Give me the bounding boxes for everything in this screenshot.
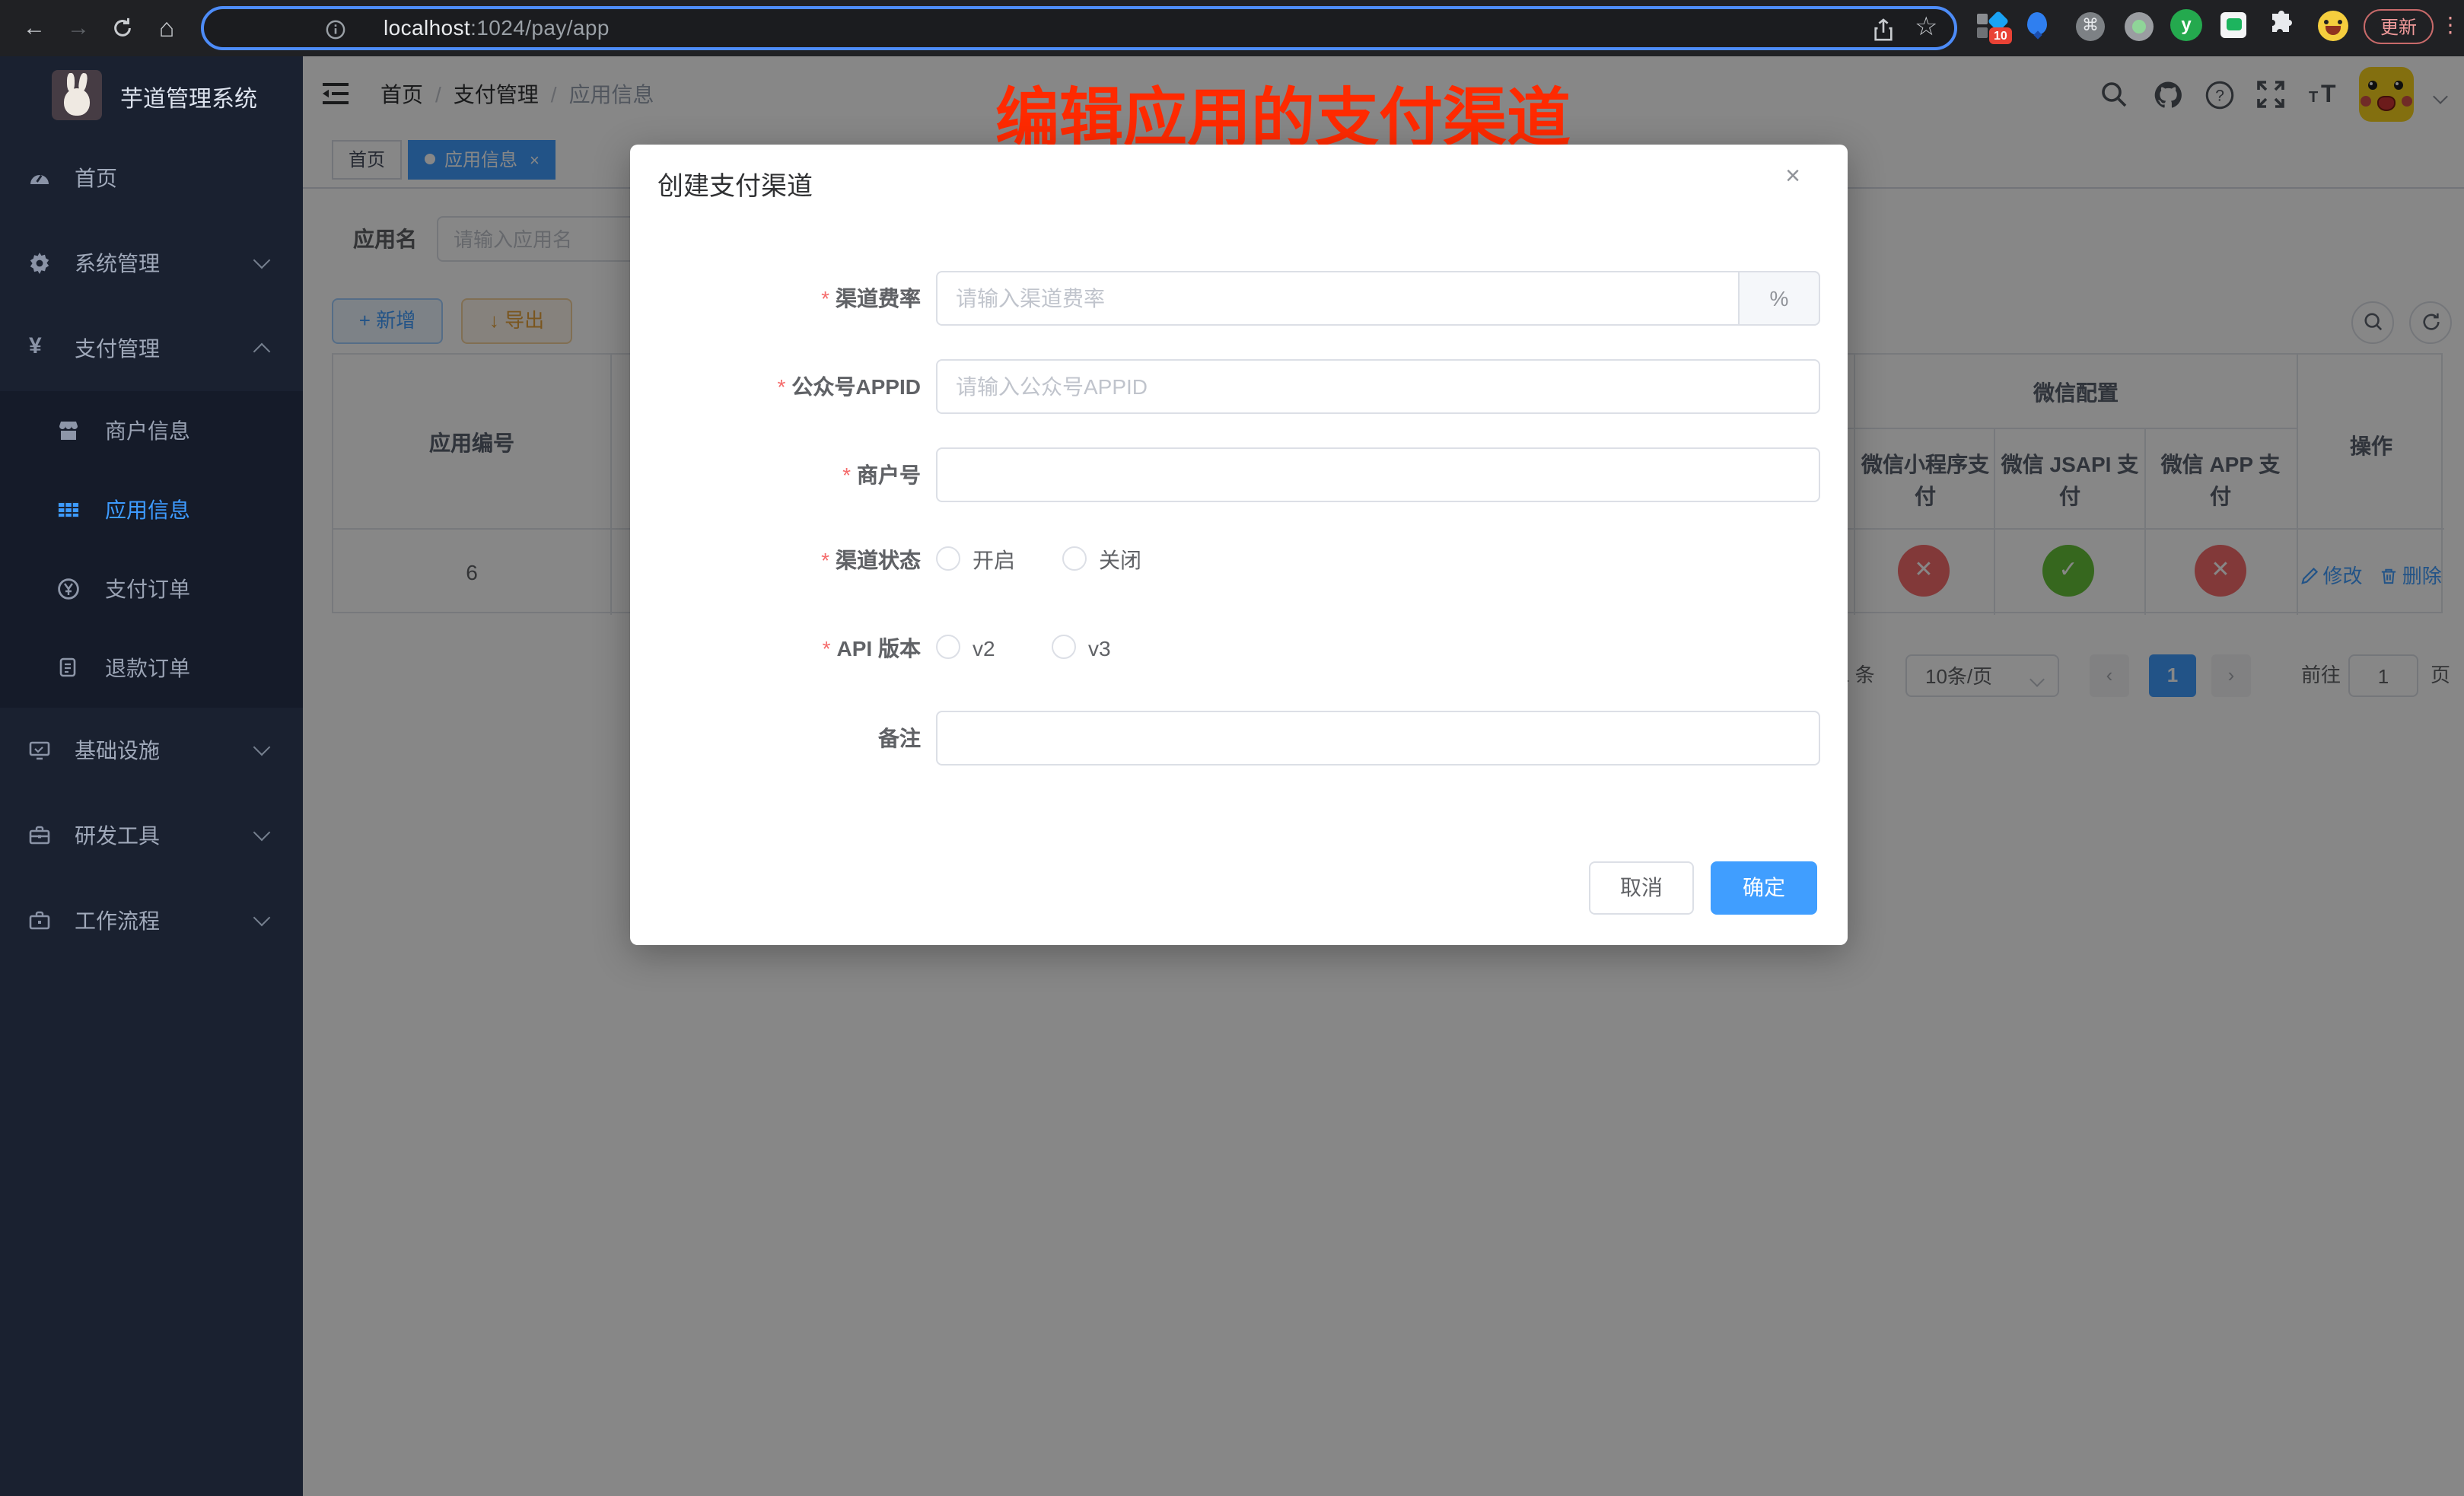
create-pay-channel-dialog: 创建支付渠道 × *渠道费率 % *公众号APPID *商户号 *渠道状态 开启… bbox=[630, 145, 1848, 945]
rate-suffix: % bbox=[1738, 271, 1820, 326]
chevron-down-icon bbox=[253, 909, 271, 927]
rate-input[interactable] bbox=[936, 271, 1820, 326]
sidebar-item-home[interactable]: 首页 bbox=[0, 135, 303, 221]
radio-circle-icon bbox=[936, 635, 960, 659]
form-row-rate: *渠道费率 % bbox=[630, 271, 1848, 326]
api-v2-radio[interactable]: v2 bbox=[936, 621, 995, 676]
sidebar-item-pay-orders[interactable]: 支付订单 bbox=[0, 549, 303, 629]
required-asterisk: * bbox=[842, 463, 851, 487]
chevron-down-icon bbox=[253, 739, 271, 756]
remark-input[interactable] bbox=[936, 711, 1820, 766]
required-asterisk: * bbox=[821, 548, 829, 572]
api-v3-radio[interactable]: v3 bbox=[1052, 621, 1111, 676]
app-logo[interactable] bbox=[52, 70, 102, 120]
url-path: :1024/pay/app bbox=[470, 15, 610, 40]
browser-home-icon[interactable]: ⌂ bbox=[152, 14, 181, 43]
extension-y-icon[interactable]: y bbox=[2170, 9, 2202, 41]
url-bar[interactable]: localhost:1024/pay/app ☆ bbox=[201, 6, 1957, 50]
bookmark-star-icon[interactable]: ☆ bbox=[1915, 12, 1938, 43]
coin-yen-icon bbox=[58, 578, 79, 600]
form-row-remark: 备注 bbox=[630, 711, 1848, 766]
sidebar-item-merchant-info[interactable]: 商户信息 bbox=[0, 391, 303, 470]
extension-badge: 10 bbox=[1989, 27, 2012, 44]
monitor-icon bbox=[29, 740, 50, 761]
site-info-icon[interactable] bbox=[326, 20, 345, 40]
radio-circle-icon bbox=[1062, 546, 1087, 571]
profile-avatar-emoji[interactable] bbox=[2318, 11, 2348, 41]
screen: ← → ⌂ localhost:1024/pay/app ☆ 10 bbox=[0, 0, 2464, 1496]
extension-chat-icon[interactable] bbox=[2220, 12, 2246, 38]
sidebar-submenu-payment: 商户信息 应用信息 支付订单 退款订单 bbox=[0, 391, 303, 708]
sidebar-item-workflow[interactable]: 工作流程 bbox=[0, 878, 303, 963]
chevron-down-icon bbox=[253, 252, 271, 269]
gear-icon bbox=[29, 253, 50, 274]
extension-tasks-icon[interactable]: 10 bbox=[1977, 11, 2014, 47]
sidebar-item-refund-orders[interactable]: 退款订单 bbox=[0, 629, 303, 708]
chevron-up-icon bbox=[253, 343, 271, 361]
share-icon[interactable] bbox=[1872, 18, 1895, 43]
form-row-status: *渠道状态 开启 关闭 bbox=[630, 533, 1848, 587]
browser-forward-icon[interactable]: → bbox=[64, 14, 93, 43]
extension-dot-icon[interactable] bbox=[2125, 12, 2154, 41]
sidebar-item-app-info[interactable]: 应用信息 bbox=[0, 470, 303, 549]
status-open-radio[interactable]: 开启 bbox=[936, 533, 1015, 587]
sidebar-item-infrastructure[interactable]: 基础设施 bbox=[0, 708, 303, 793]
url-host: localhost bbox=[384, 15, 470, 40]
sidebar: 芋道管理系统 首页 系统管理 ¥ 支付管理 商户信息 bbox=[0, 56, 303, 1496]
dialog-close-icon[interactable]: × bbox=[1775, 158, 1811, 195]
radio-circle-icon bbox=[936, 546, 960, 571]
dialog-title: 创建支付渠道 bbox=[657, 164, 813, 202]
browser-menu-icon[interactable]: ⋮ bbox=[2440, 12, 2461, 38]
extensions-puzzle-icon[interactable] bbox=[2268, 11, 2295, 38]
dashboard-icon bbox=[29, 167, 50, 189]
form-row-appid: *公众号APPID bbox=[630, 359, 1848, 414]
required-asterisk: * bbox=[778, 374, 786, 399]
sidebar-item-system[interactable]: 系统管理 bbox=[0, 221, 303, 306]
storefront-icon bbox=[58, 420, 79, 441]
extension-command-icon[interactable]: ⌘ bbox=[2076, 12, 2105, 41]
radio-circle-icon bbox=[1052, 635, 1076, 659]
grid-table-icon bbox=[58, 499, 79, 520]
sidebar-item-dev-tools[interactable]: 研发工具 bbox=[0, 793, 303, 878]
browser-reload-icon[interactable] bbox=[108, 14, 137, 43]
document-icon bbox=[58, 657, 79, 679]
yen-icon: ¥ bbox=[29, 336, 50, 358]
required-asterisk: * bbox=[823, 636, 831, 660]
briefcase-icon bbox=[29, 910, 50, 931]
required-asterisk: * bbox=[821, 286, 829, 310]
form-row-api-version: *API 版本 v2 v3 bbox=[630, 621, 1848, 676]
confirm-button[interactable]: 确定 bbox=[1711, 861, 1817, 915]
cancel-button[interactable]: 取消 bbox=[1589, 861, 1694, 915]
browser-chrome: ← → ⌂ localhost:1024/pay/app ☆ 10 bbox=[0, 0, 2464, 56]
browser-back-icon[interactable]: ← bbox=[20, 14, 49, 43]
chevron-down-icon bbox=[253, 824, 271, 842]
appid-input[interactable] bbox=[936, 359, 1820, 414]
browser-update-button[interactable]: 更新 bbox=[2364, 9, 2434, 44]
app-title: 芋道管理系统 bbox=[120, 82, 257, 114]
toolbox-icon bbox=[29, 825, 50, 846]
sidebar-item-payment[interactable]: ¥ 支付管理 bbox=[0, 306, 303, 391]
status-closed-radio[interactable]: 关闭 bbox=[1062, 533, 1141, 587]
url-text[interactable]: localhost:1024/pay/app bbox=[384, 14, 610, 43]
form-row-mchid: *商户号 bbox=[630, 447, 1848, 502]
extension-balloon-icon[interactable] bbox=[2027, 12, 2047, 38]
merchant-id-input[interactable] bbox=[936, 447, 1820, 502]
